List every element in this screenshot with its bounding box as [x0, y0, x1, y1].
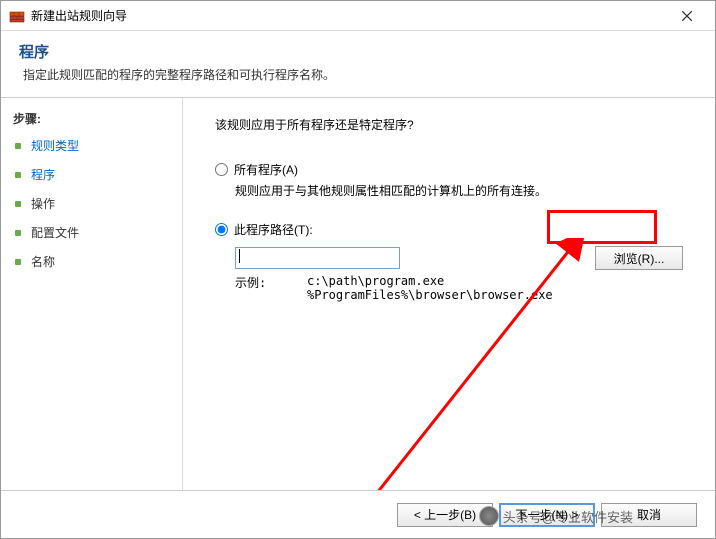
step-program[interactable]: 程序 — [13, 166, 170, 183]
step-name[interactable]: 名称 — [13, 253, 170, 270]
step-profile[interactable]: 配置文件 — [13, 224, 170, 241]
steps-title: 步骤: — [13, 110, 170, 127]
body: 步骤: 规则类型 程序 操作 配置文件 名称 该规则应用 — [1, 98, 715, 490]
step-label: 配置文件 — [31, 224, 79, 241]
content-panel: 该规则应用于所有程序还是特定程序? 所有程序(A) 规则应用于与其他规则属性相匹… — [183, 98, 715, 490]
window-title: 新建出站规则向导 — [31, 7, 667, 24]
step-action[interactable]: 操作 — [13, 195, 170, 212]
program-path-input[interactable] — [235, 247, 400, 269]
next-button[interactable]: 下一步(N) > — [499, 503, 595, 527]
bullet-icon — [15, 143, 21, 149]
header: 程序 指定此规则匹配的程序的完整程序路径和可执行程序名称。 — [1, 31, 715, 98]
example-label: 示例: — [235, 274, 307, 302]
bullet-icon — [15, 201, 21, 207]
bullet-icon — [15, 259, 21, 265]
close-icon — [682, 11, 692, 21]
step-rule-type[interactable]: 规则类型 — [13, 137, 170, 154]
close-button[interactable] — [667, 2, 707, 30]
example-text: c:\path\program.exe %ProgramFiles%\brows… — [307, 274, 553, 302]
steps-sidebar: 步骤: 规则类型 程序 操作 配置文件 名称 — [1, 98, 183, 490]
back-button[interactable]: < 上一步(B) — [397, 503, 493, 527]
path-row: 浏览(R)... — [235, 246, 683, 270]
bullet-icon — [15, 172, 21, 178]
step-label: 规则类型 — [31, 137, 79, 154]
wizard-window: 新建出站规则向导 程序 指定此规则匹配的程序的完整程序路径和可执行程序名称。 步… — [0, 0, 716, 539]
browse-button[interactable]: 浏览(R)... — [595, 246, 683, 270]
radio-this-program[interactable]: 此程序路径(T): — [215, 221, 683, 238]
example-row: 示例: c:\path\program.exe %ProgramFiles%\b… — [235, 274, 683, 302]
step-label: 名称 — [31, 253, 55, 270]
radio-all-programs[interactable]: 所有程序(A) — [215, 161, 683, 178]
step-label: 程序 — [31, 166, 55, 183]
text-cursor — [239, 249, 240, 263]
radio-all-programs-label: 所有程序(A) — [234, 161, 298, 178]
radio-this-program-input[interactable] — [215, 223, 228, 236]
all-programs-desc: 规则应用于与其他规则属性相匹配的计算机上的所有连接。 — [235, 182, 683, 199]
radio-all-programs-input[interactable] — [215, 163, 228, 176]
question-text: 该规则应用于所有程序还是特定程序? — [215, 116, 683, 133]
bullet-icon — [15, 230, 21, 236]
radio-this-program-label: 此程序路径(T): — [234, 221, 313, 238]
page-description: 指定此规则匹配的程序的完整程序路径和可执行程序名称。 — [23, 66, 697, 83]
step-label: 操作 — [31, 195, 55, 212]
cancel-button[interactable]: 取消 — [601, 503, 697, 527]
footer: < 上一步(B) 下一步(N) > 取消 头条号@专业软件安装 — [1, 490, 715, 538]
titlebar: 新建出站规则向导 — [1, 1, 715, 31]
firewall-icon — [9, 8, 25, 24]
page-title: 程序 — [19, 41, 697, 62]
